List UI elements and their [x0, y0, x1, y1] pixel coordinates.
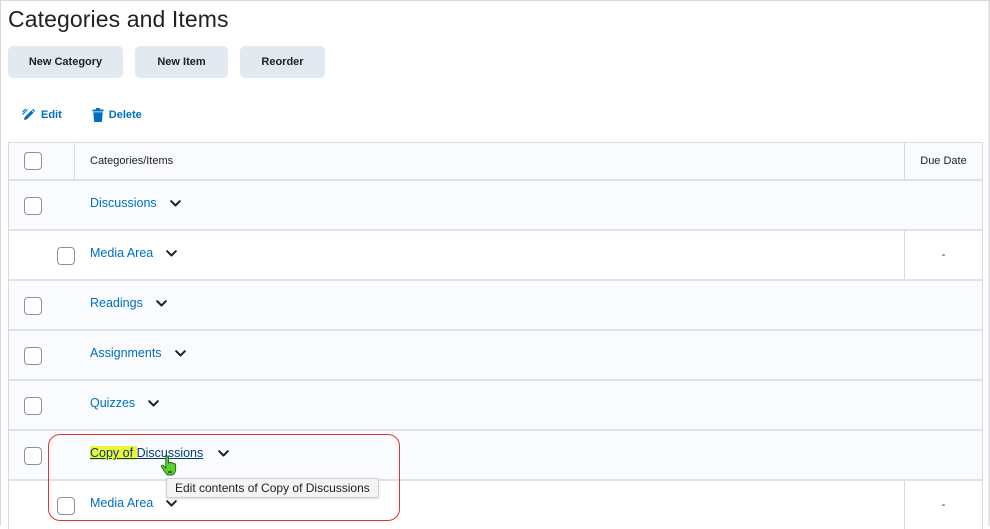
chevron-down-icon[interactable]	[218, 449, 230, 457]
item-link[interactable]: Media Area	[90, 246, 153, 260]
categories-table: Categories/Items Due Date Discussions Me…	[8, 142, 983, 529]
category-link[interactable]: Readings	[90, 296, 143, 310]
select-all-checkbox[interactable]	[24, 152, 42, 170]
edit-button[interactable]: Edit	[22, 108, 62, 122]
category-link-hovered[interactable]: Copy of Discussions	[90, 446, 203, 460]
chevron-down-icon[interactable]	[169, 199, 181, 207]
row-checkbox[interactable]	[24, 447, 42, 465]
chevron-down-icon[interactable]	[174, 349, 186, 357]
row-checkbox[interactable]	[57, 247, 75, 265]
toolbar: New Category New Item Reorder	[8, 46, 337, 78]
category-link[interactable]: Quizzes	[90, 396, 135, 410]
due-date-cell	[904, 431, 982, 479]
row-checkbox[interactable]	[24, 297, 42, 315]
due-date-cell: -	[904, 481, 982, 529]
category-link[interactable]: Assignments	[90, 346, 162, 360]
select-all-cell	[9, 143, 75, 179]
chevron-down-icon[interactable]	[166, 499, 178, 507]
hand-cursor-icon	[160, 455, 180, 482]
column-header-name: Categories/Items	[90, 155, 174, 167]
table-row: Assignments	[9, 331, 982, 381]
pencil-icon	[22, 108, 36, 120]
due-date-cell: -	[904, 231, 982, 279]
highlighted-text: Copy of	[90, 446, 137, 460]
chevron-down-icon[interactable]	[156, 299, 167, 307]
chevron-down-icon[interactable]	[166, 249, 178, 257]
table-row: Discussions	[9, 181, 982, 231]
table-row: Media Area -	[9, 481, 982, 529]
due-date-cell	[904, 331, 982, 379]
due-date-cell	[904, 381, 982, 429]
table-row: Media Area -	[9, 231, 982, 281]
row-checkbox[interactable]	[24, 197, 42, 215]
page-title: Categories and Items	[8, 6, 229, 32]
delete-button[interactable]: Delete	[92, 108, 142, 122]
edit-label: Edit	[41, 109, 62, 121]
table-row: Readings	[9, 281, 982, 331]
table-row: Copy of Discussions	[9, 431, 982, 481]
tooltip: Edit contents of Copy of Discussions	[166, 478, 379, 498]
chevron-down-icon[interactable]	[148, 399, 159, 407]
column-header-due-date: Due Date	[904, 143, 982, 179]
bulk-actions: Edit Delete	[22, 108, 172, 122]
row-checkbox[interactable]	[57, 497, 75, 515]
due-date-cell	[904, 181, 982, 229]
category-link[interactable]: Discussions	[90, 196, 157, 210]
new-category-button[interactable]: New Category	[8, 46, 123, 78]
trash-icon	[92, 108, 104, 122]
row-checkbox[interactable]	[24, 397, 42, 415]
reorder-button[interactable]: Reorder	[240, 46, 325, 78]
delete-label: Delete	[108, 109, 142, 121]
new-item-button[interactable]: New Item	[135, 46, 228, 78]
table-row: Quizzes	[9, 381, 982, 431]
row-checkbox[interactable]	[24, 347, 42, 365]
due-date-cell	[904, 281, 982, 329]
item-link[interactable]: Media Area	[90, 496, 153, 510]
table-header: Categories/Items Due Date	[9, 143, 982, 181]
